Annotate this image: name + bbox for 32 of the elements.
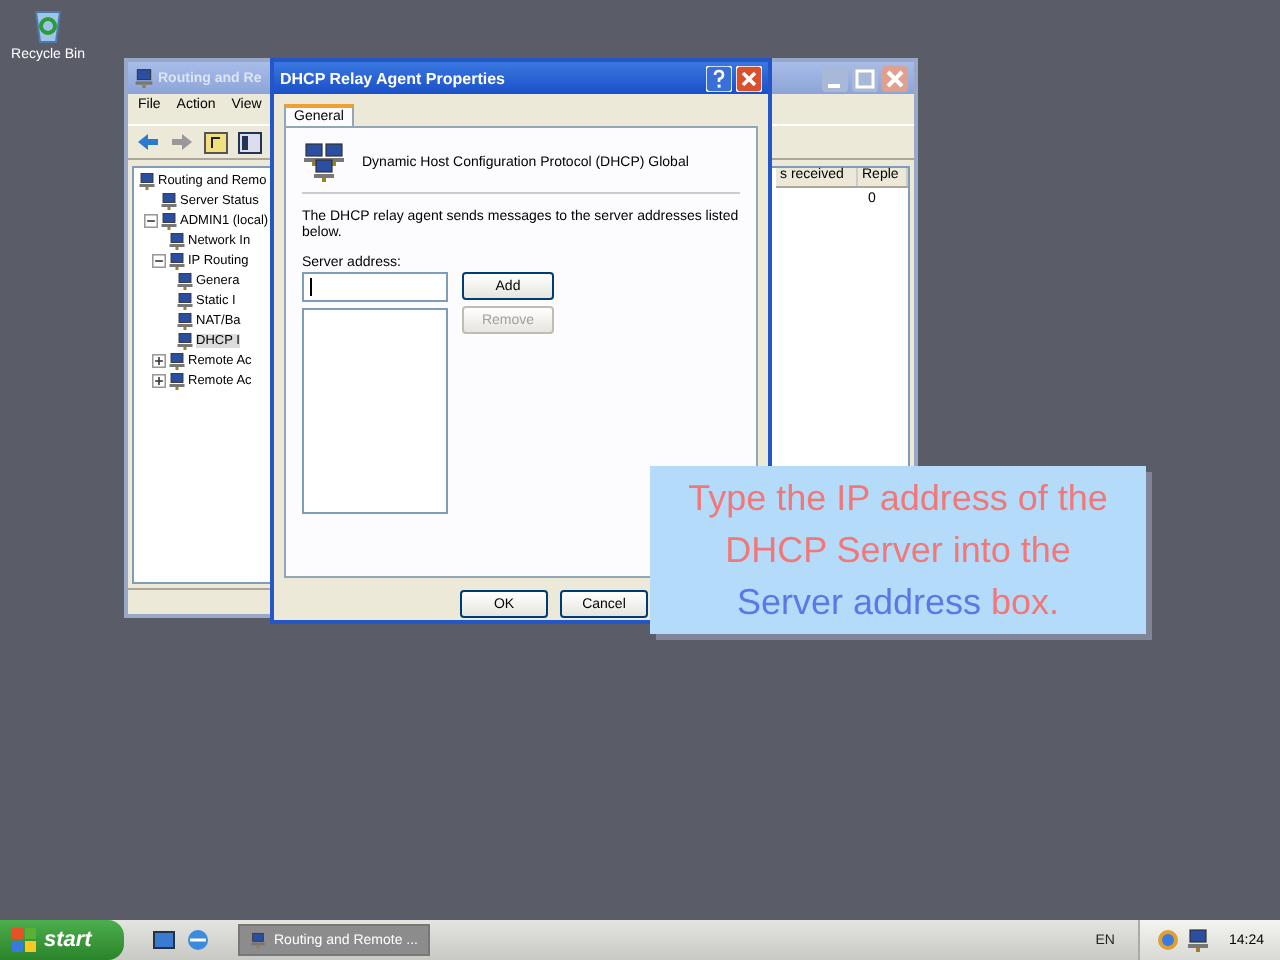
- address-list[interactable]: [302, 308, 448, 514]
- computer-icon[interactable]: [1186, 928, 1211, 952]
- computer-icon: [176, 291, 194, 309]
- collapse-box-icon[interactable]: [144, 213, 158, 227]
- collapse-box-icon[interactable]: [152, 253, 166, 267]
- computer-icon: [134, 68, 154, 88]
- help-button[interactable]: [706, 65, 732, 91]
- start-button[interactable]: start: [0, 920, 124, 960]
- close-button[interactable]: [736, 65, 762, 91]
- forward-arrow-icon[interactable]: [170, 132, 194, 152]
- computer-icon: [160, 191, 178, 209]
- computer-icon: [168, 231, 186, 249]
- computer-icon: [168, 351, 186, 369]
- computer-icon: [160, 211, 178, 229]
- computer-icon: [138, 171, 156, 189]
- computer-icon: [168, 251, 186, 269]
- folder-up-icon[interactable]: [204, 131, 228, 153]
- ip-address-field[interactable]: [302, 272, 448, 302]
- dialog-title: DHCP Relay Agent Properties: [280, 69, 505, 87]
- back-arrow-icon[interactable]: [136, 132, 160, 152]
- panel-toggle-icon[interactable]: [238, 131, 262, 153]
- computer-icon: [176, 271, 194, 289]
- desktop-icon[interactable]: [152, 928, 176, 952]
- windows-flag-icon: [12, 928, 36, 952]
- expand-box-icon[interactable]: [152, 373, 166, 387]
- computer-icon: [168, 371, 186, 389]
- computer-icon: [176, 331, 194, 349]
- expand-box-icon[interactable]: [152, 353, 166, 367]
- computer-icon: [176, 311, 194, 329]
- instruction-text: Type the IP address of the DHCP Server into the Server address box.: [686, 476, 1110, 626]
- computer-icon: [250, 928, 266, 952]
- network-computers-icon: [302, 142, 346, 182]
